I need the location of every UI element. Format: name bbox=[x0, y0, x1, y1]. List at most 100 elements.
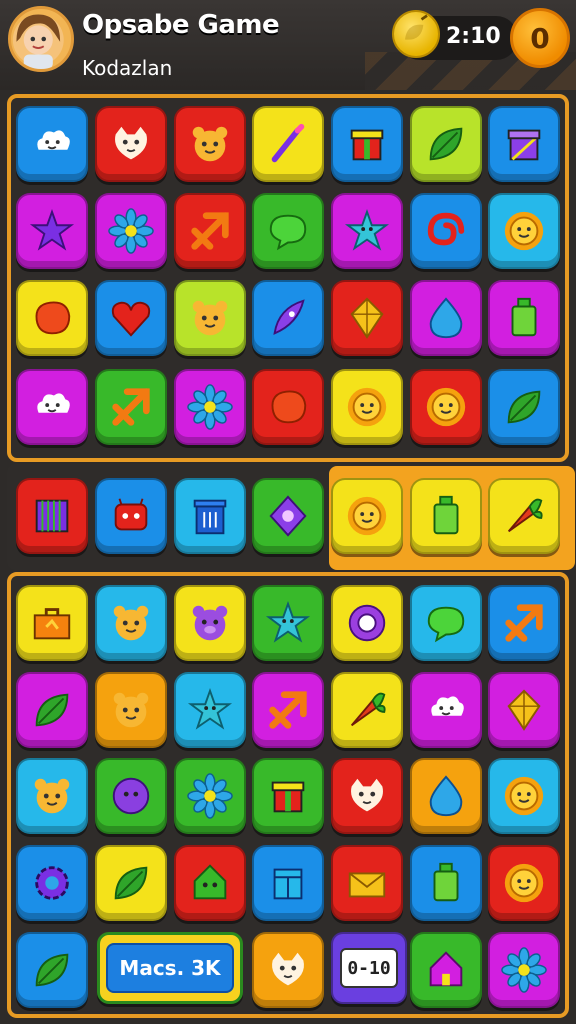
game-tile[interactable] bbox=[252, 845, 324, 921]
game-tile[interactable] bbox=[16, 280, 88, 356]
arrow-cross-icon bbox=[269, 691, 307, 729]
game-tile[interactable] bbox=[331, 758, 403, 834]
game-tile[interactable] bbox=[331, 369, 403, 445]
game-tile[interactable] bbox=[488, 758, 560, 834]
game-tile[interactable] bbox=[16, 758, 88, 834]
game-tile[interactable] bbox=[252, 369, 324, 445]
game-tile[interactable] bbox=[410, 758, 482, 834]
game-tile[interactable] bbox=[410, 193, 482, 269]
game-tile[interactable] bbox=[410, 280, 482, 356]
coin-counter[interactable]: 0 bbox=[510, 8, 570, 68]
bear-face-icon bbox=[113, 605, 149, 641]
game-tile[interactable] bbox=[410, 369, 482, 445]
game-tile[interactable] bbox=[95, 845, 167, 921]
game-tile[interactable] bbox=[410, 845, 482, 921]
game-tile[interactable] bbox=[174, 672, 246, 748]
game-tile[interactable] bbox=[174, 758, 246, 834]
game-tile[interactable] bbox=[95, 106, 167, 182]
game-tile[interactable] bbox=[488, 106, 560, 182]
game-tile[interactable] bbox=[95, 369, 167, 445]
game-tile[interactable] bbox=[410, 585, 482, 661]
game-tile[interactable] bbox=[95, 280, 167, 356]
cloud-face-icon bbox=[431, 696, 464, 716]
star-face-icon bbox=[187, 687, 233, 730]
game-tile[interactable] bbox=[488, 932, 560, 1008]
game-tile[interactable] bbox=[174, 193, 246, 269]
strip-tile[interactable] bbox=[488, 478, 560, 554]
blob-face-icon bbox=[112, 777, 150, 815]
game-tile[interactable] bbox=[95, 758, 167, 834]
game-tile[interactable] bbox=[252, 672, 324, 748]
score-button[interactable]: Macs. 3K bbox=[97, 932, 243, 1004]
strip-tile[interactable] bbox=[252, 478, 324, 554]
strip-tile[interactable] bbox=[16, 478, 88, 554]
gem-eye-icon bbox=[269, 495, 307, 537]
game-tile[interactable] bbox=[16, 932, 88, 1008]
bear-face-icon bbox=[113, 692, 149, 728]
leaf-icon bbox=[429, 127, 463, 161]
game-tile[interactable] bbox=[410, 932, 482, 1008]
game-tile[interactable] bbox=[174, 845, 246, 921]
strip-tile[interactable] bbox=[95, 478, 167, 554]
game-tile[interactable] bbox=[252, 585, 324, 661]
strip-tile[interactable] bbox=[174, 478, 246, 554]
carrot-icon bbox=[507, 498, 543, 533]
game-tile[interactable] bbox=[488, 369, 560, 445]
feather-icon bbox=[273, 299, 305, 335]
game-tile[interactable] bbox=[252, 932, 324, 1008]
game-tile[interactable] bbox=[252, 280, 324, 356]
box-icon bbox=[273, 868, 303, 900]
game-tile[interactable] bbox=[331, 106, 403, 182]
game-tile[interactable] bbox=[174, 369, 246, 445]
game-tile[interactable] bbox=[488, 585, 560, 661]
game-tile[interactable] bbox=[174, 106, 246, 182]
sun-face-icon bbox=[504, 211, 544, 251]
game-tile[interactable] bbox=[488, 193, 560, 269]
envelope-icon bbox=[348, 872, 386, 898]
game-tile[interactable] bbox=[331, 845, 403, 921]
game-tile[interactable] bbox=[410, 106, 482, 182]
game-tile[interactable] bbox=[252, 106, 324, 182]
game-tile[interactable] bbox=[95, 193, 167, 269]
game-tile[interactable] bbox=[331, 672, 403, 748]
game-tile[interactable] bbox=[252, 758, 324, 834]
speech-bubble-icon bbox=[427, 606, 465, 643]
game-tile[interactable] bbox=[488, 280, 560, 356]
game-tile[interactable] bbox=[95, 585, 167, 661]
cat-face-icon bbox=[351, 778, 383, 812]
game-tile[interactable] bbox=[16, 193, 88, 269]
game-tile[interactable] bbox=[174, 585, 246, 661]
game-tile[interactable] bbox=[174, 280, 246, 356]
game-tile[interactable] bbox=[16, 369, 88, 445]
counter-button[interactable]: 0-10 bbox=[331, 932, 407, 1004]
gift-box-icon bbox=[271, 781, 305, 813]
drop-icon bbox=[429, 775, 463, 817]
game-tile[interactable] bbox=[410, 672, 482, 748]
star-face-icon bbox=[344, 208, 390, 251]
drop-icon bbox=[429, 297, 463, 339]
game-tile[interactable] bbox=[16, 672, 88, 748]
game-tile[interactable] bbox=[488, 845, 560, 921]
speech-bubble-icon bbox=[269, 214, 307, 251]
game-tile[interactable] bbox=[16, 106, 88, 182]
game-tile[interactable] bbox=[331, 585, 403, 661]
game-tile[interactable] bbox=[16, 845, 88, 921]
game-tile[interactable] bbox=[252, 193, 324, 269]
arrow-cross-icon bbox=[505, 604, 543, 642]
blob-icon bbox=[35, 301, 71, 335]
game-tile[interactable] bbox=[331, 193, 403, 269]
cloud-face-icon bbox=[37, 130, 70, 150]
crystal-icon bbox=[507, 689, 541, 731]
strip-tile[interactable] bbox=[410, 478, 482, 554]
crystal-icon bbox=[350, 297, 384, 339]
game-tile[interactable] bbox=[16, 585, 88, 661]
leaf-icon bbox=[35, 953, 69, 987]
game-tile[interactable] bbox=[488, 672, 560, 748]
player-avatar[interactable] bbox=[8, 6, 74, 72]
game-tile[interactable] bbox=[95, 672, 167, 748]
game-tile[interactable] bbox=[331, 280, 403, 356]
timer-value: 2:10 bbox=[446, 24, 501, 49]
strip-tile[interactable] bbox=[331, 478, 403, 554]
swirl-icon bbox=[427, 212, 465, 246]
leaf-icon bbox=[35, 693, 69, 727]
